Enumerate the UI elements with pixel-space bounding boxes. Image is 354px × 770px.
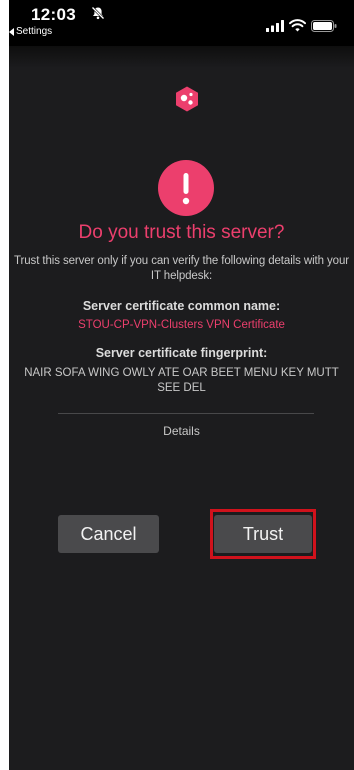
alert-icon (158, 160, 214, 216)
header-band (9, 46, 354, 68)
bell-slash-icon (91, 6, 105, 20)
battery-icon (311, 20, 337, 32)
back-settings-label: Settings (16, 26, 53, 37)
details-link[interactable]: Details (9, 424, 354, 438)
divider (58, 413, 314, 414)
common-name-label: Server certificate common name: (82, 299, 281, 313)
dialog-title: Do you trust this server? (78, 222, 285, 243)
app-logo-icon (176, 86, 198, 112)
app-screen: 12:03 Settings Do you trust this server?… (9, 0, 354, 770)
back-arrow-icon (9, 27, 14, 36)
status-bar: 12:03 Settings (9, 0, 354, 46)
wifi-icon (289, 19, 306, 32)
back-to-settings-link[interactable]: Settings (9, 26, 52, 37)
signal-bars-icon (266, 20, 284, 32)
cancel-button[interactable]: Cancel (58, 515, 159, 553)
dialog-intro-text: Trust this server only if you can verify… (14, 255, 349, 282)
fingerprint-value: NAIR SOFA WING OWLY ATE OAR BEET MENU KE… (24, 367, 339, 394)
fingerprint-label: Server certificate fingerprint: (95, 346, 268, 360)
status-time: 12:03 (31, 5, 76, 24)
exclamation-icon (182, 173, 190, 205)
trust-button[interactable]: Trust (214, 515, 312, 553)
common-name-value: STOU-CP-VPN-Clusters VPN Certificate (78, 319, 285, 331)
